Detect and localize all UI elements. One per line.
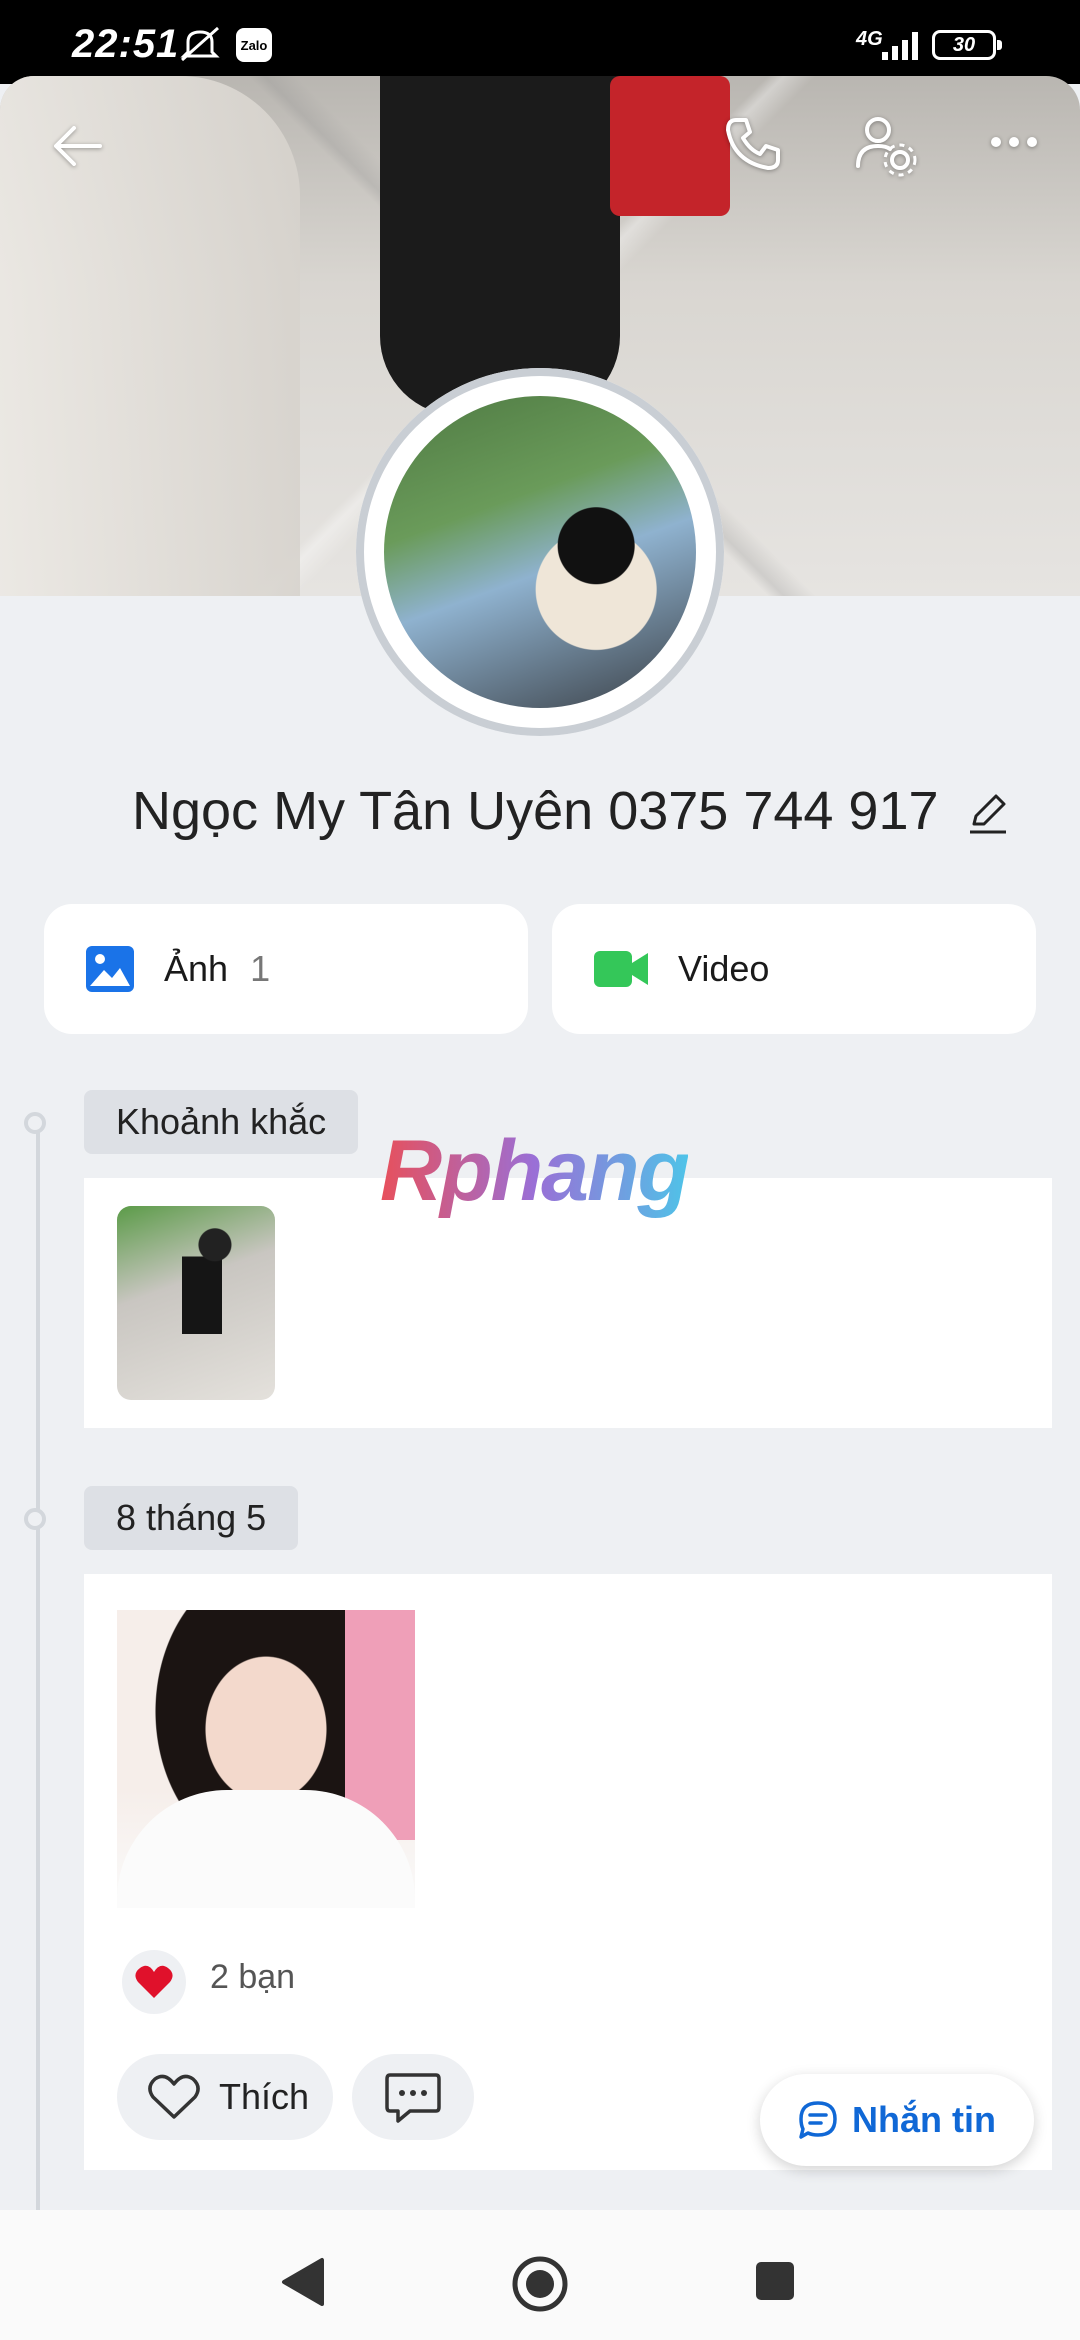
photos-tab-label: Ảnh <box>164 948 229 989</box>
photo-icon <box>86 946 134 992</box>
section-tag-moments: Khoảnh khắc <box>84 1090 359 1154</box>
nav-recents-icon[interactable] <box>754 2260 796 2302</box>
moment-thumbnail[interactable] <box>117 1206 275 1400</box>
avatar-frame[interactable] <box>356 368 724 736</box>
status-bar: 22:51 Zalo 4G 30 <box>0 0 1080 84</box>
comment-icon <box>385 2073 441 2123</box>
phone-icon[interactable] <box>720 112 784 176</box>
signal-icon <box>882 32 918 60</box>
network-type: 4G <box>856 28 883 50</box>
nav-home-icon[interactable] <box>510 2254 570 2314</box>
battery-icon: 30 <box>932 30 1002 60</box>
cover-figure <box>0 76 300 596</box>
heart-outline-icon <box>148 2074 200 2119</box>
more-options-icon[interactable] <box>988 130 1040 154</box>
reaction-count[interactable]: 2 bạn <box>210 1958 295 1997</box>
clock: 22:51 <box>72 22 180 66</box>
post-photo[interactable] <box>117 1610 415 1908</box>
like-button[interactable]: Thích <box>117 2054 333 2140</box>
user-settings-icon[interactable] <box>852 112 918 178</box>
video-tab-label: Video <box>678 948 770 989</box>
nav-back-icon[interactable] <box>280 2256 326 2308</box>
back-arrow-icon[interactable] <box>48 116 108 176</box>
edit-pencil-icon[interactable] <box>966 790 1010 834</box>
heart-reaction-icon[interactable] <box>122 1950 186 2014</box>
section-tag-date: 8 tháng 5 <box>84 1486 299 1550</box>
mute-icon <box>180 26 220 62</box>
message-button-label: Nhắn tin <box>852 2099 996 2140</box>
zalo-notification-icon: Zalo <box>236 28 272 62</box>
watermark: Rphang <box>380 1123 690 1219</box>
timeline-node <box>24 1112 46 1134</box>
photos-tab[interactable]: Ảnh 1 <box>44 904 528 1034</box>
profile-name: Ngọc My Tân Uyên 0375 744 917 <box>132 781 939 841</box>
cover-figure <box>380 76 620 416</box>
comment-button[interactable] <box>352 2054 474 2140</box>
timeline-line <box>36 1122 40 2222</box>
timeline-node <box>24 1508 46 1530</box>
message-button[interactable]: Nhắn tin <box>760 2074 1034 2166</box>
video-camera-icon <box>594 951 648 987</box>
avatar[interactable] <box>384 396 696 708</box>
like-label: Thích <box>219 2076 310 2117</box>
cover-shopping-basket <box>610 76 730 216</box>
chat-bubble-icon <box>799 2101 837 2139</box>
video-tab[interactable]: Video <box>552 904 1036 1034</box>
photos-count: 1 <box>250 948 271 989</box>
system-navigation-bar <box>0 2210 1080 2340</box>
